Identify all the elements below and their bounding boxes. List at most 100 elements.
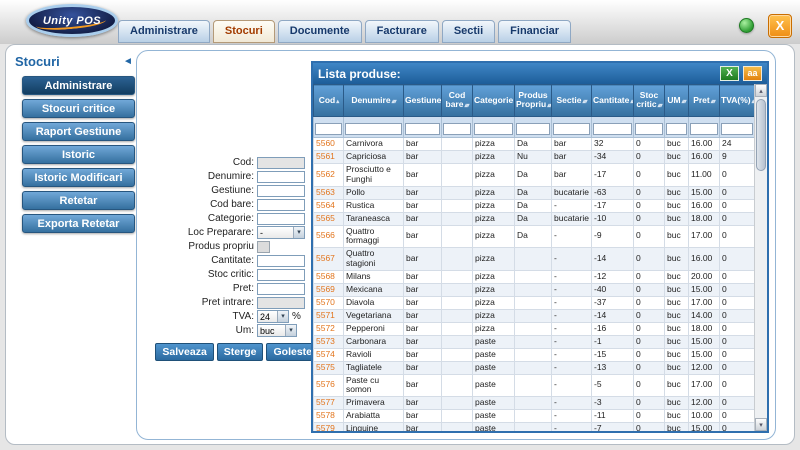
column-header-pret[interactable]: Pret▴▾ xyxy=(689,85,720,117)
table-row[interactable]: 5565TaraneascabarpizzaDabucatarie-100buc… xyxy=(314,212,755,225)
tab-sectii[interactable]: Sectii xyxy=(442,20,495,43)
table-row[interactable]: 5576Paste cu somonbarpaste--50buc17.000 xyxy=(314,374,755,397)
cell-cod-bare xyxy=(442,361,473,374)
sidebar-item-istoric[interactable]: Istoric xyxy=(22,145,135,164)
filter-input-gestiune[interactable] xyxy=(405,123,440,135)
column-header-categorie[interactable]: Categorie▴▾ xyxy=(473,85,515,117)
cell-cod: 5578 xyxy=(314,410,344,423)
sterge-button[interactable]: Sterge xyxy=(217,343,264,361)
filter-input-denumire[interactable] xyxy=(345,123,402,135)
field-gestiune[interactable] xyxy=(257,185,305,197)
filter-input-um[interactable] xyxy=(666,123,687,135)
tab-financiar[interactable]: Financiar xyxy=(498,20,571,43)
column-header-cod[interactable]: Cod▴ xyxy=(314,85,344,117)
table-row[interactable]: 5575Tagliatelebarpaste--130buc12.000 xyxy=(314,361,755,374)
sidebar-item-raport-gestiune[interactable]: Raport Gestiune xyxy=(22,122,135,141)
cell-tva: 0 xyxy=(720,270,755,283)
cell-cantitate: 32 xyxy=(592,138,634,151)
table-row[interactable]: 5573Carbonarabarpaste--10buc15.000 xyxy=(314,335,755,348)
column-header-um[interactable]: UM▴▾ xyxy=(665,85,689,117)
table-row[interactable]: 5572Pepperonibarpizza--160buc18.000 xyxy=(314,322,755,335)
field-loc-preparare[interactable]: -▾ xyxy=(257,226,305,239)
table-row[interactable]: 5568Milansbarpizza--120buc20.000 xyxy=(314,270,755,283)
cell-pret: 17.00 xyxy=(689,225,720,248)
table-row[interactable]: 5567Quattro stagionibarpizza--140buc16.0… xyxy=(314,248,755,271)
tab-administrare[interactable]: Administrare xyxy=(118,20,210,43)
filter-input-produs-propriu[interactable] xyxy=(516,123,550,135)
sidebar-item-retetar[interactable]: Retetar xyxy=(22,191,135,210)
table-row[interactable]: 5571Vegetarianabarpizza--140buc14.000 xyxy=(314,309,755,322)
sidebar-item-administrare[interactable]: Administrare xyxy=(22,76,135,95)
scrollbar-thumb[interactable] xyxy=(756,99,766,171)
close-button[interactable]: X xyxy=(768,14,792,38)
table-row[interactable]: 5578Arabiattabarpaste--110buc10.000 xyxy=(314,410,755,423)
sidebar-item-istoric-modificari[interactable]: Istoric Modificari xyxy=(22,168,135,187)
dropdown-arrow-icon: ▾ xyxy=(293,227,304,238)
sidebar-item-exporta-retetar[interactable]: Exporta Retetar xyxy=(22,214,135,233)
sidebar-item-stocuri-critice[interactable]: Stocuri critice xyxy=(22,99,135,118)
cell-categorie: pizza xyxy=(473,270,515,283)
table-row[interactable]: 5564RusticabarpizzaDa--170buc16.000 xyxy=(314,199,755,212)
field-denumire[interactable] xyxy=(257,171,305,183)
filter-input-pret[interactable] xyxy=(690,123,718,135)
tab-documente[interactable]: Documente xyxy=(278,20,362,43)
filter-input-cod[interactable] xyxy=(315,123,342,135)
column-header-stoc-critic[interactable]: Stoc critic▴▾ xyxy=(634,85,665,117)
field-produs-propriu[interactable] xyxy=(257,241,270,253)
table-row[interactable]: 5561CapriciosabarpizzaNubar-340buc16.009 xyxy=(314,151,755,164)
field-cod-bare[interactable] xyxy=(257,199,305,211)
cell-tva: 0 xyxy=(720,248,755,271)
table-row[interactable]: 5560CarnivorabarpizzaDabar320buc16.0024 xyxy=(314,138,755,151)
table-row[interactable]: 5574Raviolibarpaste--150buc15.000 xyxy=(314,348,755,361)
cell-denumire: Quattro stagioni xyxy=(344,248,404,271)
column-header-denumire[interactable]: Denumire▴▾ xyxy=(344,85,404,117)
field-stoc-critic[interactable] xyxy=(257,269,305,281)
scroll-down-icon[interactable]: ▾ xyxy=(755,418,767,431)
tab-stocuri[interactable]: Stocuri xyxy=(213,20,275,43)
field-cod[interactable] xyxy=(257,157,305,169)
cell-cantitate: -14 xyxy=(592,248,634,271)
collapse-arrow-icon[interactable]: ◄ xyxy=(123,56,133,67)
column-label-tva: TVA(%) xyxy=(721,95,751,105)
filter-input-cantitate[interactable] xyxy=(593,123,632,135)
column-header-gestiune[interactable]: Gestiune▴▾ xyxy=(404,85,442,117)
field-um[interactable]: buc▾ xyxy=(257,324,297,337)
filter-input-cod-bare[interactable] xyxy=(443,123,471,135)
column-header-cod-bare[interactable]: Cod bare▴▾ xyxy=(442,85,473,117)
table-row[interactable]: 5579Linguinebarpaste--70buc15.000 xyxy=(314,423,755,431)
cell-produs-propriu xyxy=(515,374,552,397)
filter-input-tva[interactable] xyxy=(721,123,753,135)
field-categorie[interactable] xyxy=(257,213,305,225)
table-row[interactable]: 5569Mexicanabarpizza--400buc15.000 xyxy=(314,283,755,296)
column-header-produs-propriu[interactable]: Produs Propriu▴▾ xyxy=(515,85,552,117)
content-area: Stocuri ◄ AdministrareStocuri criticeRap… xyxy=(5,44,795,445)
cell-produs-propriu xyxy=(515,361,552,374)
table-row[interactable]: 5577Primaverabarpaste--30buc12.000 xyxy=(314,397,755,410)
cell-gestiune: bar xyxy=(404,335,442,348)
table-row[interactable]: 5566Quattro formaggibarpizzaDa--90buc17.… xyxy=(314,225,755,248)
table-row[interactable]: 5570Diavolabarpizza--370buc17.000 xyxy=(314,296,755,309)
export-excel-button[interactable]: X xyxy=(720,66,739,81)
cell-sectie: - xyxy=(552,322,592,335)
product-form: Cod:Denumire:Gestiune:Cod bare:Categorie… xyxy=(147,156,319,361)
filter-cell-categorie xyxy=(473,117,515,138)
column-header-tva[interactable]: TVA(%)▴▾ xyxy=(720,85,755,117)
column-header-cantitate[interactable]: Cantitate▴▾ xyxy=(592,85,634,117)
cell-cantitate: -5 xyxy=(592,374,634,397)
table-row[interactable]: 5562Prosciutto e FunghibarpizzaDabar-170… xyxy=(314,164,755,187)
column-header-sectie[interactable]: Sectie▴▾ xyxy=(552,85,592,117)
filter-input-categorie[interactable] xyxy=(474,123,513,135)
field-pret[interactable] xyxy=(257,283,305,295)
salveaza-button[interactable]: Salveaza xyxy=(155,343,213,361)
table-scrollbar[interactable]: ▴ ▾ xyxy=(754,84,767,431)
font-size-button[interactable]: aa xyxy=(743,66,762,81)
filter-input-stoc-critic[interactable] xyxy=(635,123,663,135)
tab-facturare[interactable]: Facturare xyxy=(365,20,439,43)
field-cantitate[interactable] xyxy=(257,255,305,267)
filter-input-sectie[interactable] xyxy=(553,123,590,135)
column-label-categorie: Categorie xyxy=(474,95,513,105)
field-pret-intrare[interactable] xyxy=(257,297,305,309)
table-row[interactable]: 5563PollobarpizzaDabucatarie-630buc15.00… xyxy=(314,186,755,199)
field-tva[interactable]: 24▾ xyxy=(257,310,289,323)
scroll-up-icon[interactable]: ▴ xyxy=(755,84,767,97)
